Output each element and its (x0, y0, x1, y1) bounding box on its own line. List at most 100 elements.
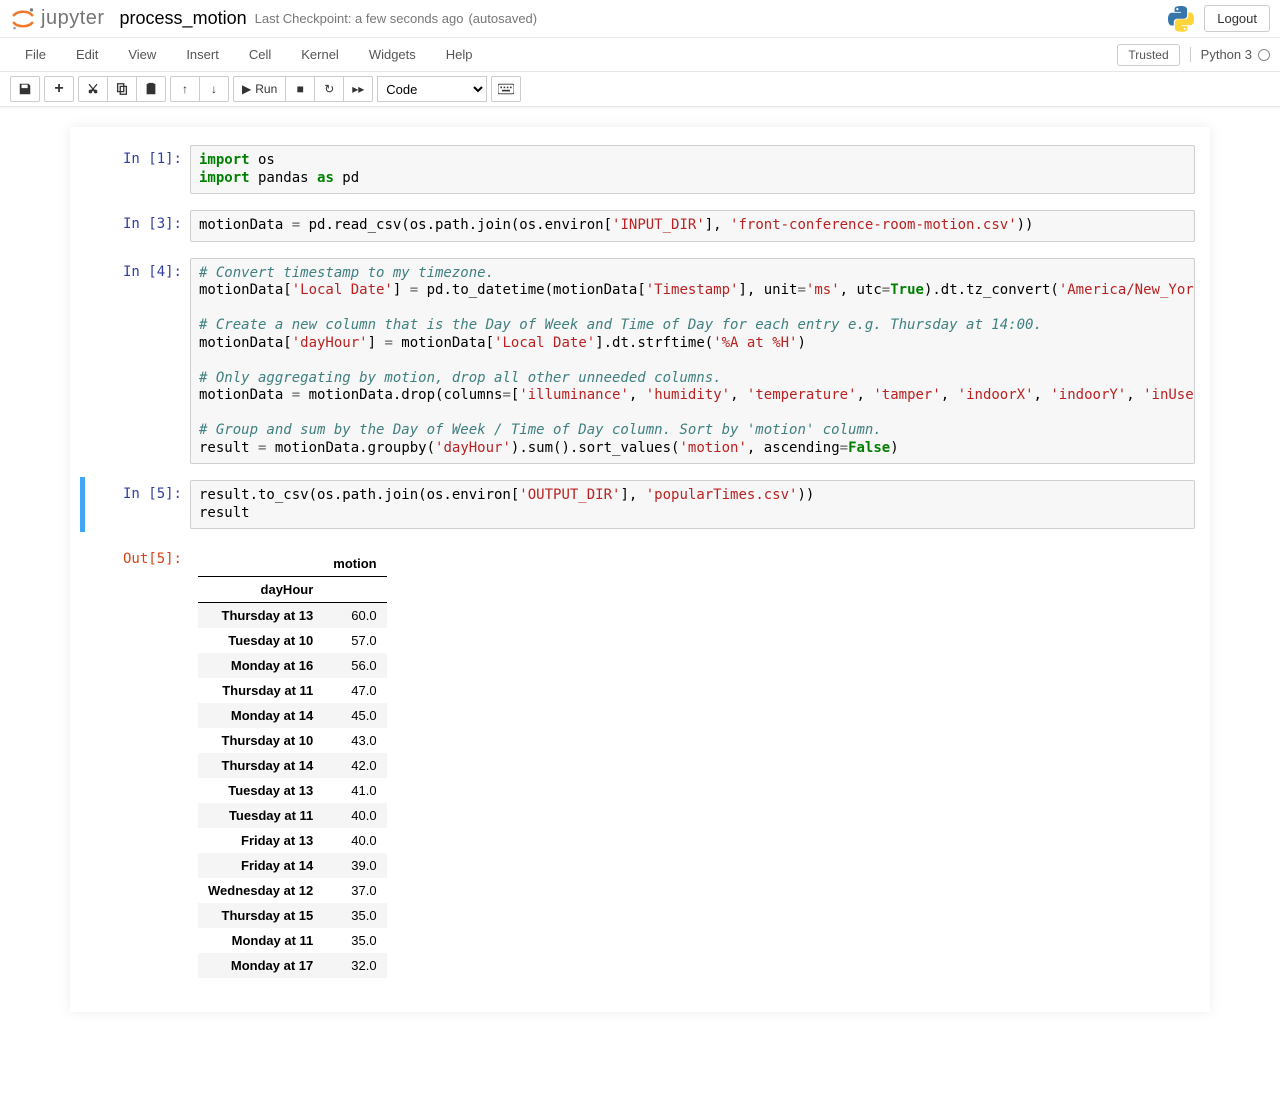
toolbar: + ↑ ↓ ▶ Run ■ ↻ ▸▸ (0, 72, 1280, 107)
row-value: 40.0 (323, 828, 386, 853)
input-area[interactable]: import os import pandas as pd (190, 145, 1195, 194)
code-cell[interactable]: In [3]: motionData = pd.read_csv(os.path.… (85, 207, 1195, 245)
cell-type-select[interactable]: Code (377, 76, 487, 102)
run-button[interactable]: ▶ Run (233, 76, 286, 102)
row-index: Monday at 17 (198, 953, 323, 978)
kernel-name-text: Python 3 (1201, 47, 1252, 62)
interrupt-button[interactable]: ■ (285, 76, 315, 102)
logout-button[interactable]: Logout (1204, 5, 1270, 32)
input-area[interactable]: result.to_csv(os.path.join(os.environ['O… (190, 480, 1195, 529)
code-content[interactable]: import os import pandas as pd (199, 152, 1186, 187)
row-value: 43.0 (323, 728, 386, 753)
table-row: Tuesday at 1341.0 (198, 778, 387, 803)
row-value: 56.0 (323, 653, 386, 678)
scissors-icon (86, 82, 100, 96)
code-content[interactable]: # Convert timestamp to my timezone. moti… (199, 265, 1186, 458)
row-index: Monday at 11 (198, 928, 323, 953)
row-value: 40.0 (323, 803, 386, 828)
jupyter-logo[interactable]: jupyter (10, 6, 105, 32)
kernel-indicator[interactable]: Python 3 (1190, 47, 1270, 62)
menu-cell[interactable]: Cell (234, 39, 286, 70)
row-index: Wednesday at 12 (198, 878, 323, 903)
restart-run-all-button[interactable]: ▸▸ (343, 76, 373, 102)
copy-icon (115, 82, 129, 96)
trusted-indicator[interactable]: Trusted (1117, 44, 1179, 66)
row-index: Tuesday at 13 (198, 778, 323, 803)
code-cell[interactable]: In [1]: import os import pandas as pd (85, 142, 1195, 197)
input-prompt: In [4]: (85, 258, 190, 465)
row-value: 45.0 (323, 703, 386, 728)
row-value: 37.0 (323, 878, 386, 903)
code-content[interactable]: motionData = pd.read_csv(os.path.join(os… (199, 217, 1186, 235)
table-row: Friday at 1340.0 (198, 828, 387, 853)
table-row: Monday at 1135.0 (198, 928, 387, 953)
output-prompt: Out[5]: (85, 545, 190, 984)
menu-edit[interactable]: Edit (61, 39, 113, 70)
jupyter-logo-text: jupyter (41, 7, 105, 30)
table-row: Wednesday at 1237.0 (198, 878, 387, 903)
output-area: motiondayHourThursday at 1360.0Tuesday a… (190, 545, 1195, 984)
fast-forward-icon: ▸▸ (352, 82, 364, 96)
header: jupyter process_motion Last Checkpoint: … (0, 0, 1280, 38)
insert-cell-button[interactable]: + (44, 76, 74, 102)
input-area[interactable]: # Convert timestamp to my timezone. moti… (190, 258, 1195, 465)
table-row: Tuesday at 1057.0 (198, 628, 387, 653)
table-row: Monday at 1732.0 (198, 953, 387, 978)
row-index: Monday at 14 (198, 703, 323, 728)
keyboard-icon (498, 83, 514, 95)
row-value: 57.0 (323, 628, 386, 653)
save-icon (18, 82, 32, 96)
dataframe-table: motiondayHourThursday at 1360.0Tuesday a… (198, 551, 387, 978)
restart-button[interactable]: ↻ (314, 76, 344, 102)
cut-button[interactable] (78, 76, 108, 102)
input-prompt: In [5]: (85, 480, 190, 529)
menu-help[interactable]: Help (431, 39, 488, 70)
row-value: 32.0 (323, 953, 386, 978)
table-row: Monday at 1656.0 (198, 653, 387, 678)
paste-button[interactable] (136, 76, 166, 102)
index-name: dayHour (198, 577, 323, 603)
arrow-down-icon: ↓ (211, 82, 217, 96)
row-value: 35.0 (323, 903, 386, 928)
input-prompt: In [1]: (85, 145, 190, 194)
code-cell[interactable]: In [5]: result.to_csv(os.path.join(os.env… (80, 477, 1195, 532)
table-row: Thursday at 1535.0 (198, 903, 387, 928)
python-icon (1168, 6, 1194, 32)
menu-view[interactable]: View (113, 39, 171, 70)
plus-icon: + (54, 80, 63, 98)
move-up-button[interactable]: ↑ (170, 76, 200, 102)
jupyter-icon (10, 6, 36, 32)
row-index: Monday at 16 (198, 653, 323, 678)
row-index: Thursday at 15 (198, 903, 323, 928)
move-down-button[interactable]: ↓ (199, 76, 229, 102)
run-label: Run (255, 82, 277, 96)
menu-kernel[interactable]: Kernel (286, 39, 354, 70)
copy-button[interactable] (107, 76, 137, 102)
save-button[interactable] (10, 76, 40, 102)
command-palette-button[interactable] (491, 76, 521, 102)
row-index: Thursday at 10 (198, 728, 323, 753)
menu-insert[interactable]: Insert (171, 39, 234, 70)
input-area[interactable]: motionData = pd.read_csv(os.path.join(os… (190, 210, 1195, 242)
table-row: Tuesday at 1140.0 (198, 803, 387, 828)
row-value: 42.0 (323, 753, 386, 778)
table-row: Thursday at 1147.0 (198, 678, 387, 703)
row-index: Thursday at 14 (198, 753, 323, 778)
table-row: Friday at 1439.0 (198, 853, 387, 878)
notebook-container: In [1]:import os import pandas as pdIn [… (70, 127, 1210, 1012)
row-value: 60.0 (323, 603, 386, 629)
input-prompt: In [3]: (85, 210, 190, 242)
stop-icon: ■ (297, 82, 304, 96)
menu-file[interactable]: File (10, 39, 61, 70)
notebook-name[interactable]: process_motion (120, 8, 247, 29)
row-value: 47.0 (323, 678, 386, 703)
menu-widgets[interactable]: Widgets (354, 39, 431, 70)
code-content[interactable]: result.to_csv(os.path.join(os.environ['O… (199, 487, 1186, 522)
code-cell[interactable]: In [4]:# Convert timestamp to my timezon… (85, 255, 1195, 468)
row-value: 41.0 (323, 778, 386, 803)
restart-icon: ↻ (324, 82, 334, 96)
row-index: Friday at 14 (198, 853, 323, 878)
row-index: Friday at 13 (198, 828, 323, 853)
row-index: Thursday at 13 (198, 603, 323, 629)
menubar: FileEditViewInsertCellKernelWidgetsHelp … (0, 38, 1280, 72)
